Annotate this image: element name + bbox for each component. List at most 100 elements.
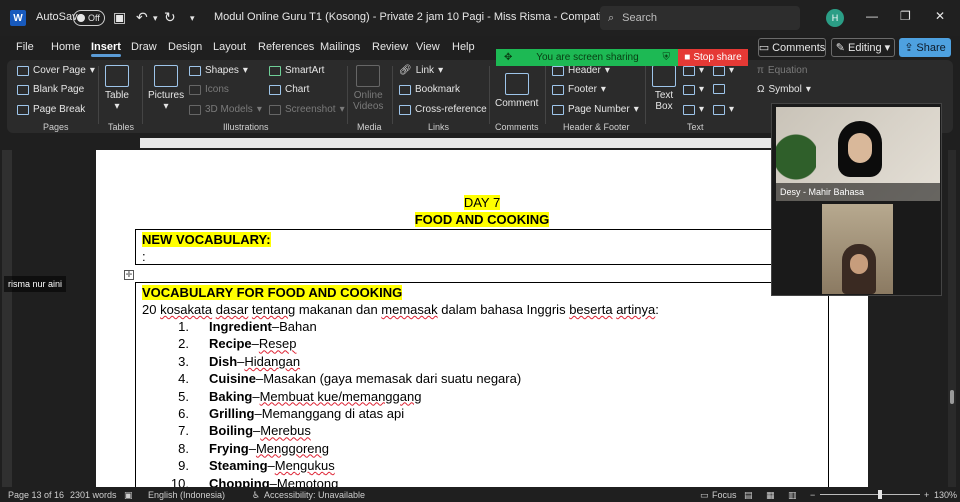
new-comment-button[interactable]: Comment: [495, 73, 538, 109]
list-number: 3.: [178, 353, 189, 369]
3d-models-button[interactable]: 3D Models ▾: [189, 104, 262, 115]
drop-cap-button[interactable]: ▾: [683, 104, 704, 115]
equation-button[interactable]: π Equation: [757, 65, 807, 76]
chevron-down-icon: ▾: [339, 104, 345, 115]
scrollbar-thumb[interactable]: [950, 390, 954, 404]
focus-button[interactable]: Focus: [712, 490, 737, 500]
tab-layout[interactable]: Layout: [213, 41, 246, 53]
tab-references[interactable]: References: [258, 41, 314, 53]
link-button[interactable]: 🔗︎ Link ▾: [399, 65, 443, 76]
close-icon[interactable]: ✕: [935, 9, 945, 23]
cover-page-button[interactable]: Cover Page ▾: [17, 65, 95, 76]
header-button[interactable]: Header ▾: [552, 65, 610, 76]
quick-parts-icon: [683, 65, 695, 76]
quick-parts-button[interactable]: ▾: [683, 65, 704, 76]
zoom-slider-thumb[interactable]: [878, 490, 882, 499]
tab-design[interactable]: Design: [168, 41, 202, 53]
stop-share-button[interactable]: ■ Stop share: [678, 49, 748, 66]
cross-reference-button[interactable]: Cross-reference: [399, 104, 487, 115]
read-mode-icon[interactable]: ▤: [744, 490, 753, 501]
drag-handle-icon[interactable]: ✥: [504, 52, 512, 63]
autosave-toggle[interactable]: Off: [73, 10, 105, 26]
tab-review[interactable]: Review: [372, 41, 408, 53]
date-time-button[interactable]: [713, 84, 725, 94]
undo-icon[interactable]: ↶: [136, 9, 148, 26]
vocab-term: Recipe: [209, 336, 252, 352]
horizontal-ruler[interactable]: [140, 138, 840, 148]
table-move-handle-icon[interactable]: ✛: [124, 270, 134, 280]
footer-label: Footer: [568, 84, 597, 95]
table-button[interactable]: Table ▾: [105, 65, 129, 112]
comments-button[interactable]: ▭ Comments: [758, 38, 826, 57]
pictures-button[interactable]: Pictures ▾: [148, 65, 184, 112]
footer-button[interactable]: Footer ▾: [552, 84, 606, 95]
redo-icon[interactable]: ↻: [164, 9, 176, 26]
vocab-term: Baking: [209, 388, 253, 404]
vertical-ruler[interactable]: [2, 150, 12, 490]
proofing-icon[interactable]: ▣: [124, 490, 133, 501]
search-box[interactable]: ⌕ Search: [600, 6, 800, 30]
bookmark-button[interactable]: Bookmark: [399, 84, 460, 95]
restore-icon[interactable]: ❐: [900, 9, 911, 23]
zoom-in-icon[interactable]: +: [924, 490, 929, 500]
word-count[interactable]: 2301 words: [70, 490, 117, 500]
chart-icon: [269, 84, 281, 95]
vocab-term: Steaming: [209, 458, 268, 474]
language-indicator[interactable]: English (Indonesia): [148, 490, 225, 500]
save-icon[interactable]: ▣: [113, 9, 126, 26]
screenshot-button[interactable]: Screenshot ▾: [269, 104, 345, 115]
search-placeholder: Search: [622, 12, 658, 24]
object-button[interactable]: ▾: [713, 104, 734, 115]
tab-help[interactable]: Help: [452, 41, 475, 53]
vertical-scrollbar[interactable]: [948, 150, 956, 487]
text-box-button[interactable]: Text Box: [652, 65, 676, 112]
shapes-button[interactable]: Shapes ▾: [189, 65, 248, 76]
page-number-button[interactable]: Page Number ▾: [552, 104, 639, 115]
document-page[interactable]: DAY 7 FOOD AND COOKING NEW VOCABULARY: :…: [96, 150, 868, 502]
cover-page-label: Cover Page: [33, 65, 86, 76]
vocabulary-heading: VOCABULARY FOR FOOD AND COOKING: [142, 285, 403, 300]
ribbon-separator: [142, 66, 143, 124]
page-break-button[interactable]: Page Break: [17, 104, 85, 115]
share-button[interactable]: ⇪ Share: [899, 38, 951, 57]
blank-page-button[interactable]: Blank Page: [17, 84, 84, 95]
smartart-button[interactable]: SmartArt: [269, 65, 324, 76]
list-item: 6. Grilling – Memanggang di atas api: [166, 406, 521, 423]
tab-mailings[interactable]: Mailings: [320, 41, 360, 53]
new-vocabulary-table[interactable]: NEW VOCABULARY: :: [135, 229, 829, 265]
list-item: 4. Cuisine – Masakan (gaya memasak dari s…: [166, 371, 521, 388]
zoom-slider[interactable]: [820, 494, 920, 495]
status-bar: Page 13 of 16 2301 words ▣ English (Indo…: [0, 487, 960, 502]
screen-share-banner: ✥ You are screen sharing ⛨ ■ Stop share: [496, 49, 748, 66]
user-avatar[interactable]: H: [826, 9, 844, 27]
zoom-level[interactable]: 130%: [934, 490, 957, 500]
document-title: Modul Online Guru T1 (Kosong) - Private …: [214, 11, 632, 23]
wordart-button[interactable]: ▾: [683, 84, 704, 95]
minimize-icon[interactable]: —: [866, 9, 878, 23]
bookmark-icon: [399, 84, 411, 95]
video-call-panel[interactable]: Desy - Mahir Bahasa: [771, 103, 942, 296]
list-number: 4.: [178, 371, 189, 387]
3d-models-icon: [189, 104, 201, 115]
undo-dropdown-icon[interactable]: ▾: [153, 13, 158, 24]
vocabulary-table[interactable]: VOCABULARY FOR FOOD AND COOKING 20 kosak…: [135, 282, 829, 502]
signature-line-button[interactable]: ▾: [713, 65, 734, 76]
tab-file[interactable]: File: [16, 41, 34, 53]
online-videos-button[interactable]: Online Videos: [353, 65, 383, 112]
vocab-separator: –: [253, 423, 261, 439]
tab-insert[interactable]: Insert: [91, 41, 121, 57]
customize-toolbar-icon[interactable]: ▾: [190, 13, 195, 24]
chevron-down-icon: ▾: [163, 101, 169, 112]
print-layout-icon[interactable]: ▦: [766, 490, 775, 501]
tab-home[interactable]: Home: [51, 41, 80, 53]
icons-button[interactable]: Icons: [189, 84, 229, 95]
editing-button[interactable]: ✎ Editing ▾: [831, 38, 895, 57]
zoom-out-icon[interactable]: −: [810, 490, 815, 500]
web-layout-icon[interactable]: ▥: [788, 490, 797, 501]
tab-view[interactable]: View: [416, 41, 440, 53]
page-count[interactable]: Page 13 of 16: [8, 490, 64, 500]
tab-draw[interactable]: Draw: [131, 41, 157, 53]
chart-button[interactable]: Chart: [269, 84, 309, 95]
symbol-button[interactable]: Ω Symbol ▾: [757, 84, 811, 95]
accessibility-status[interactable]: Accessibility: Unavailable: [264, 490, 365, 500]
